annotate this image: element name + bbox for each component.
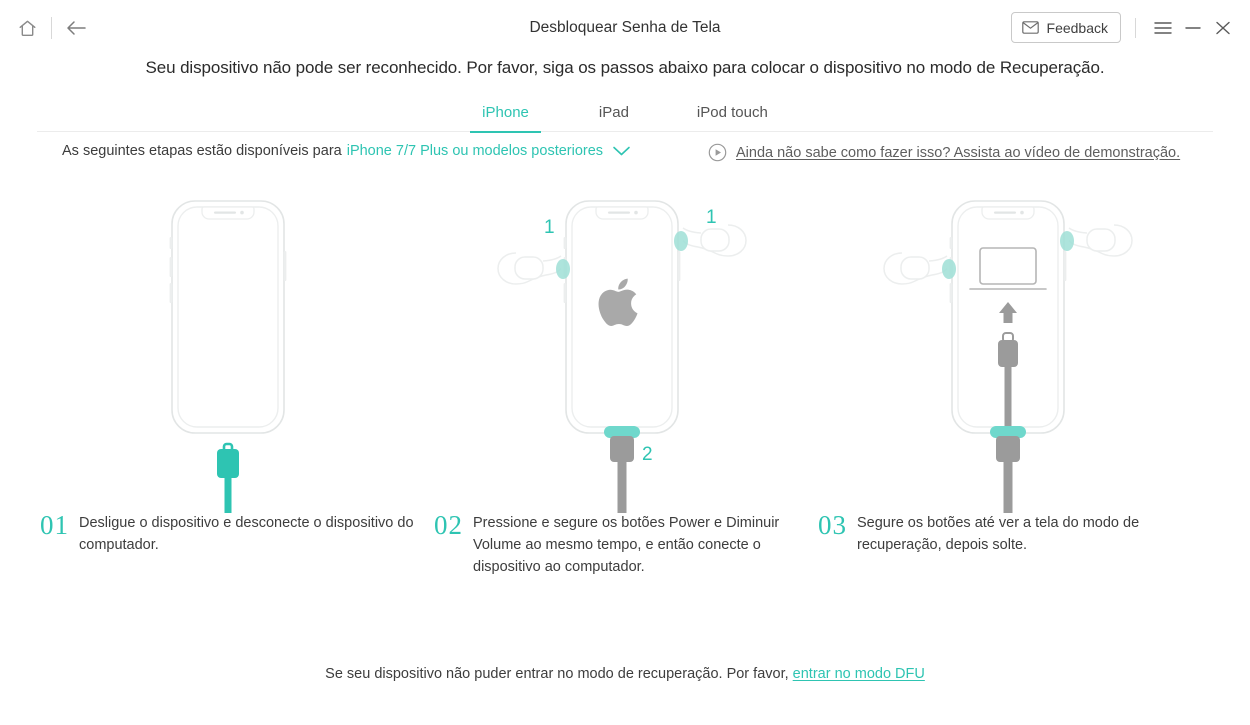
demo-video-link[interactable]: Ainda não sabe como fazer isso? Assista … (708, 143, 1180, 162)
phone-outline-1 (169, 200, 287, 434)
feedback-label: Feedback (1046, 19, 1108, 36)
hamburger-menu-icon[interactable] (1148, 13, 1178, 43)
hand-press-icon-right-3 (1060, 224, 1133, 257)
badge-1-right: 1 (706, 207, 717, 228)
model-selector: As seguintes etapas estão disponíveis pa… (62, 143, 631, 159)
title-bar-divider (51, 17, 52, 39)
headline-text: Seu dispositivo não pode ser reconhecido… (145, 58, 1105, 77)
feedback-button[interactable]: Feedback (1010, 12, 1121, 43)
step-item-2: 02 Pressione e segure os botões Power e … (434, 508, 814, 578)
hand-press-icon-left-3 (883, 252, 956, 285)
back-arrow-icon[interactable] (59, 11, 93, 45)
lightning-cable-connected-3 (990, 426, 1026, 513)
demo-video-link-text: Ainda não sabe como fazer isso? Assista … (736, 144, 1181, 161)
tab-iphone[interactable]: iPhone (468, 99, 543, 133)
badge-2-cable: 2 (642, 444, 653, 465)
play-circle-icon (708, 143, 727, 162)
lightning-cable-connected-2 (604, 426, 640, 513)
close-icon[interactable] (1208, 13, 1238, 43)
title-bar-right-controls: Feedback (1010, 12, 1238, 43)
chevron-down-icon[interactable] (612, 145, 631, 157)
step-text-3: Segure os botões até ver a tela do modo … (857, 515, 1140, 553)
tab-ipad[interactable]: iPad (585, 99, 643, 132)
tab-ipod-touch-label: iPod touch (696, 104, 768, 121)
computer-icon (969, 247, 1047, 290)
device-type-tabbar: iPhone iPad iPod touch (37, 99, 1213, 133)
hand-press-icon-right (674, 224, 747, 257)
envelope-icon (1021, 21, 1039, 34)
title-bar-left-controls (10, 11, 93, 45)
step-text-2: Pressione e segure os botões Power e Dim… (473, 515, 780, 575)
home-icon[interactable] (10, 11, 44, 45)
tab-iphone-label: iPhone (482, 104, 529, 121)
illustration-step-3 (818, 185, 1213, 515)
title-bar-divider-right (1135, 17, 1136, 38)
footer-row: Se seu dispositivo não puder entrar no m… (0, 666, 1250, 682)
step-number-1: 01 (40, 510, 69, 540)
step-number-2: 02 (434, 510, 463, 540)
step-captions: 01 Desligue o dispositivo e desconecte o… (0, 508, 1250, 598)
footer-text: Se seu dispositivo não puder entrar no m… (325, 666, 789, 682)
step-number-3: 03 (818, 510, 847, 540)
hand-press-icon-left (497, 252, 570, 285)
minimize-icon[interactable] (1178, 13, 1208, 43)
step-item-1: 01 Desligue o dispositivo e desconecte o… (40, 508, 440, 556)
step-text-1: Desligue o dispositivo e desconecte o di… (79, 515, 414, 553)
unlock-screen-passcode-window: Desbloquear Senha de Tela Feedback Seu d… (0, 0, 1250, 725)
title-bar: Desbloquear Senha de Tela Feedback (0, 0, 1250, 55)
illustration-stage: 1 1 2 (0, 185, 1250, 515)
tab-ipad-label: iPad (598, 104, 629, 121)
illustration-step-2: 1 1 2 (432, 185, 812, 515)
badge-1-left: 1 (544, 217, 555, 238)
tab-ipod-touch[interactable]: iPod touch (683, 99, 782, 132)
subheader-row: As seguintes etapas estão disponíveis pa… (0, 143, 1250, 169)
step-item-3: 03 Segure os botões até ver a tela do mo… (818, 508, 1198, 556)
model-selector-value[interactable]: iPhone 7/7 Plus ou modelos posteriores (347, 143, 603, 159)
dfu-mode-link[interactable]: entrar no modo DFU (793, 666, 925, 682)
lightning-cable-icon-teal (217, 442, 239, 513)
illustration-step-1 (38, 185, 418, 515)
model-selector-prefix: As seguintes etapas estão disponíveis pa… (62, 143, 342, 159)
